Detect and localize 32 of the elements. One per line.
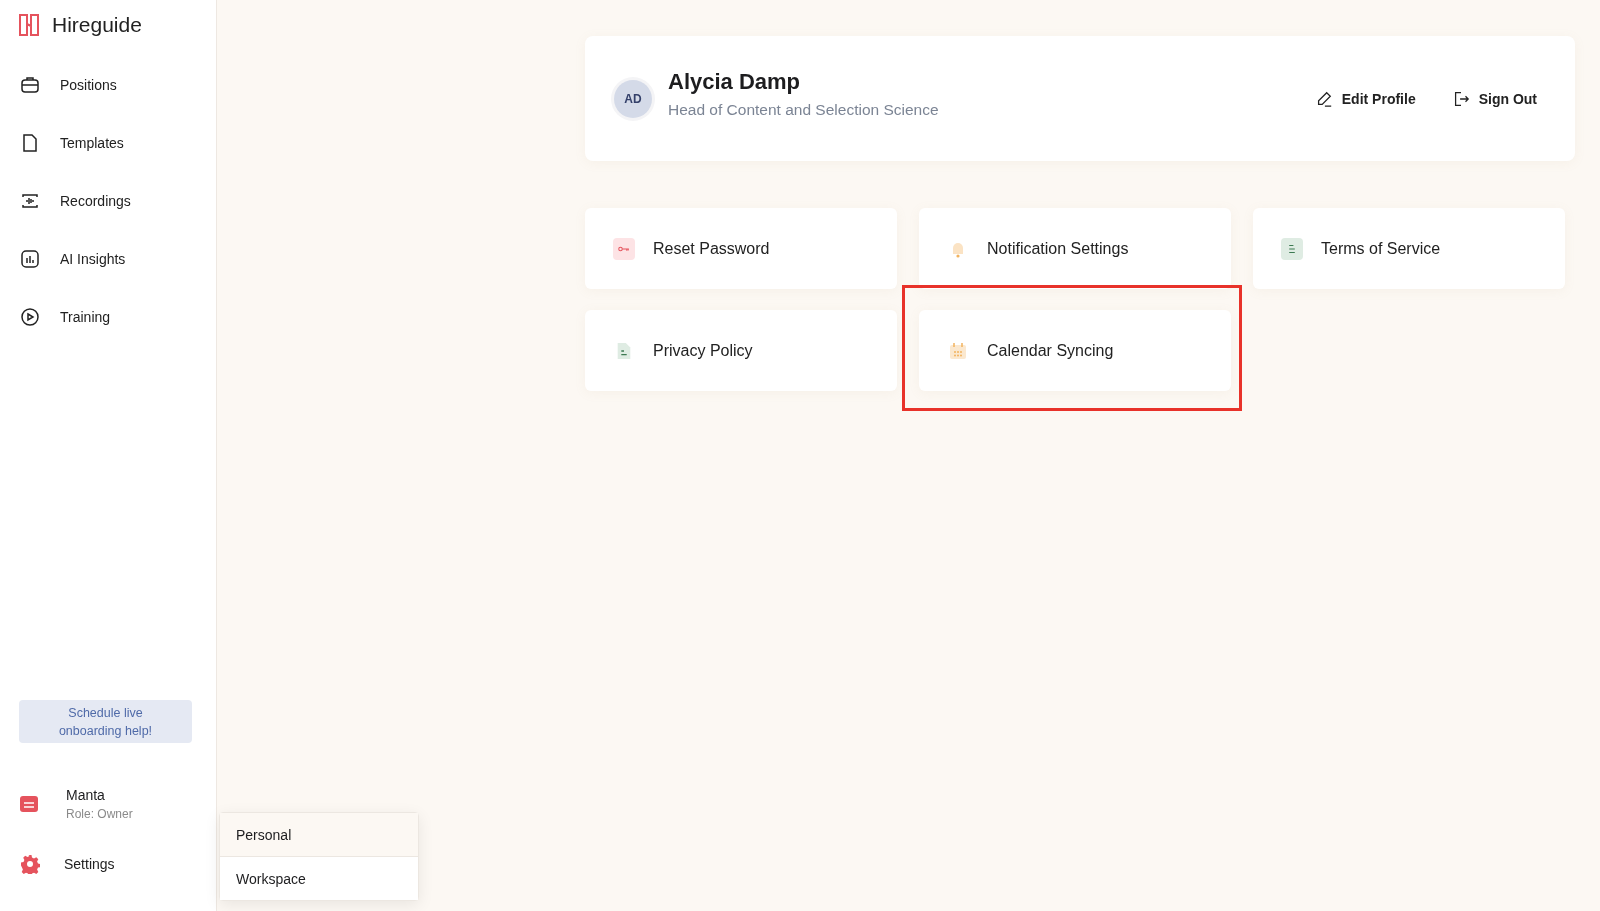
workspace-name: Manta	[66, 787, 106, 803]
edit-profile-button[interactable]: Edit Profile	[1310, 85, 1420, 112]
settings-tile[interactable]: Calendar Syncing	[919, 310, 1231, 391]
menu-item[interactable]: Workspace	[220, 857, 418, 900]
schedule-button[interactable]: Schedule live onboarding help!	[19, 700, 192, 743]
sign-out-button[interactable]: Sign Out	[1447, 85, 1541, 112]
sidebar-item[interactable]: Training	[0, 292, 216, 342]
settings-tile[interactable]: Terms of Service	[1253, 208, 1565, 289]
waveform-icon	[20, 191, 40, 211]
profile-title: Head of Content and Selection Science	[668, 100, 939, 119]
workspace-icon	[20, 795, 38, 813]
workspace-role: Role: Owner	[66, 807, 133, 821]
key-icon	[613, 237, 635, 260]
play-icon	[20, 307, 40, 327]
settings-item[interactable]: Settings	[0, 839, 216, 889]
logo-icon	[18, 13, 40, 37]
settings-tile[interactable]: Notification Settings	[919, 208, 1231, 289]
settings-tile[interactable]: Privacy Policy	[585, 310, 897, 391]
menu-item[interactable]: Personal	[220, 813, 418, 857]
document-icon	[20, 133, 40, 153]
sidebar-item[interactable]: AI Insights	[0, 234, 216, 284]
sidebar-item[interactable]: Templates	[0, 118, 216, 168]
chart-icon	[20, 249, 40, 269]
avatar: AD	[614, 79, 652, 118]
settings-tile[interactable]: Reset Password	[585, 208, 897, 289]
profile-name: Alycia Damp	[668, 68, 802, 95]
document-icon	[1281, 237, 1303, 260]
briefcase-icon	[20, 75, 40, 95]
sidebar-item[interactable]: Recordings	[0, 176, 216, 226]
sidebar-item[interactable]: Positions	[0, 60, 216, 110]
brand-name: Hireguide	[52, 13, 142, 37]
settings-icon	[20, 854, 40, 874]
